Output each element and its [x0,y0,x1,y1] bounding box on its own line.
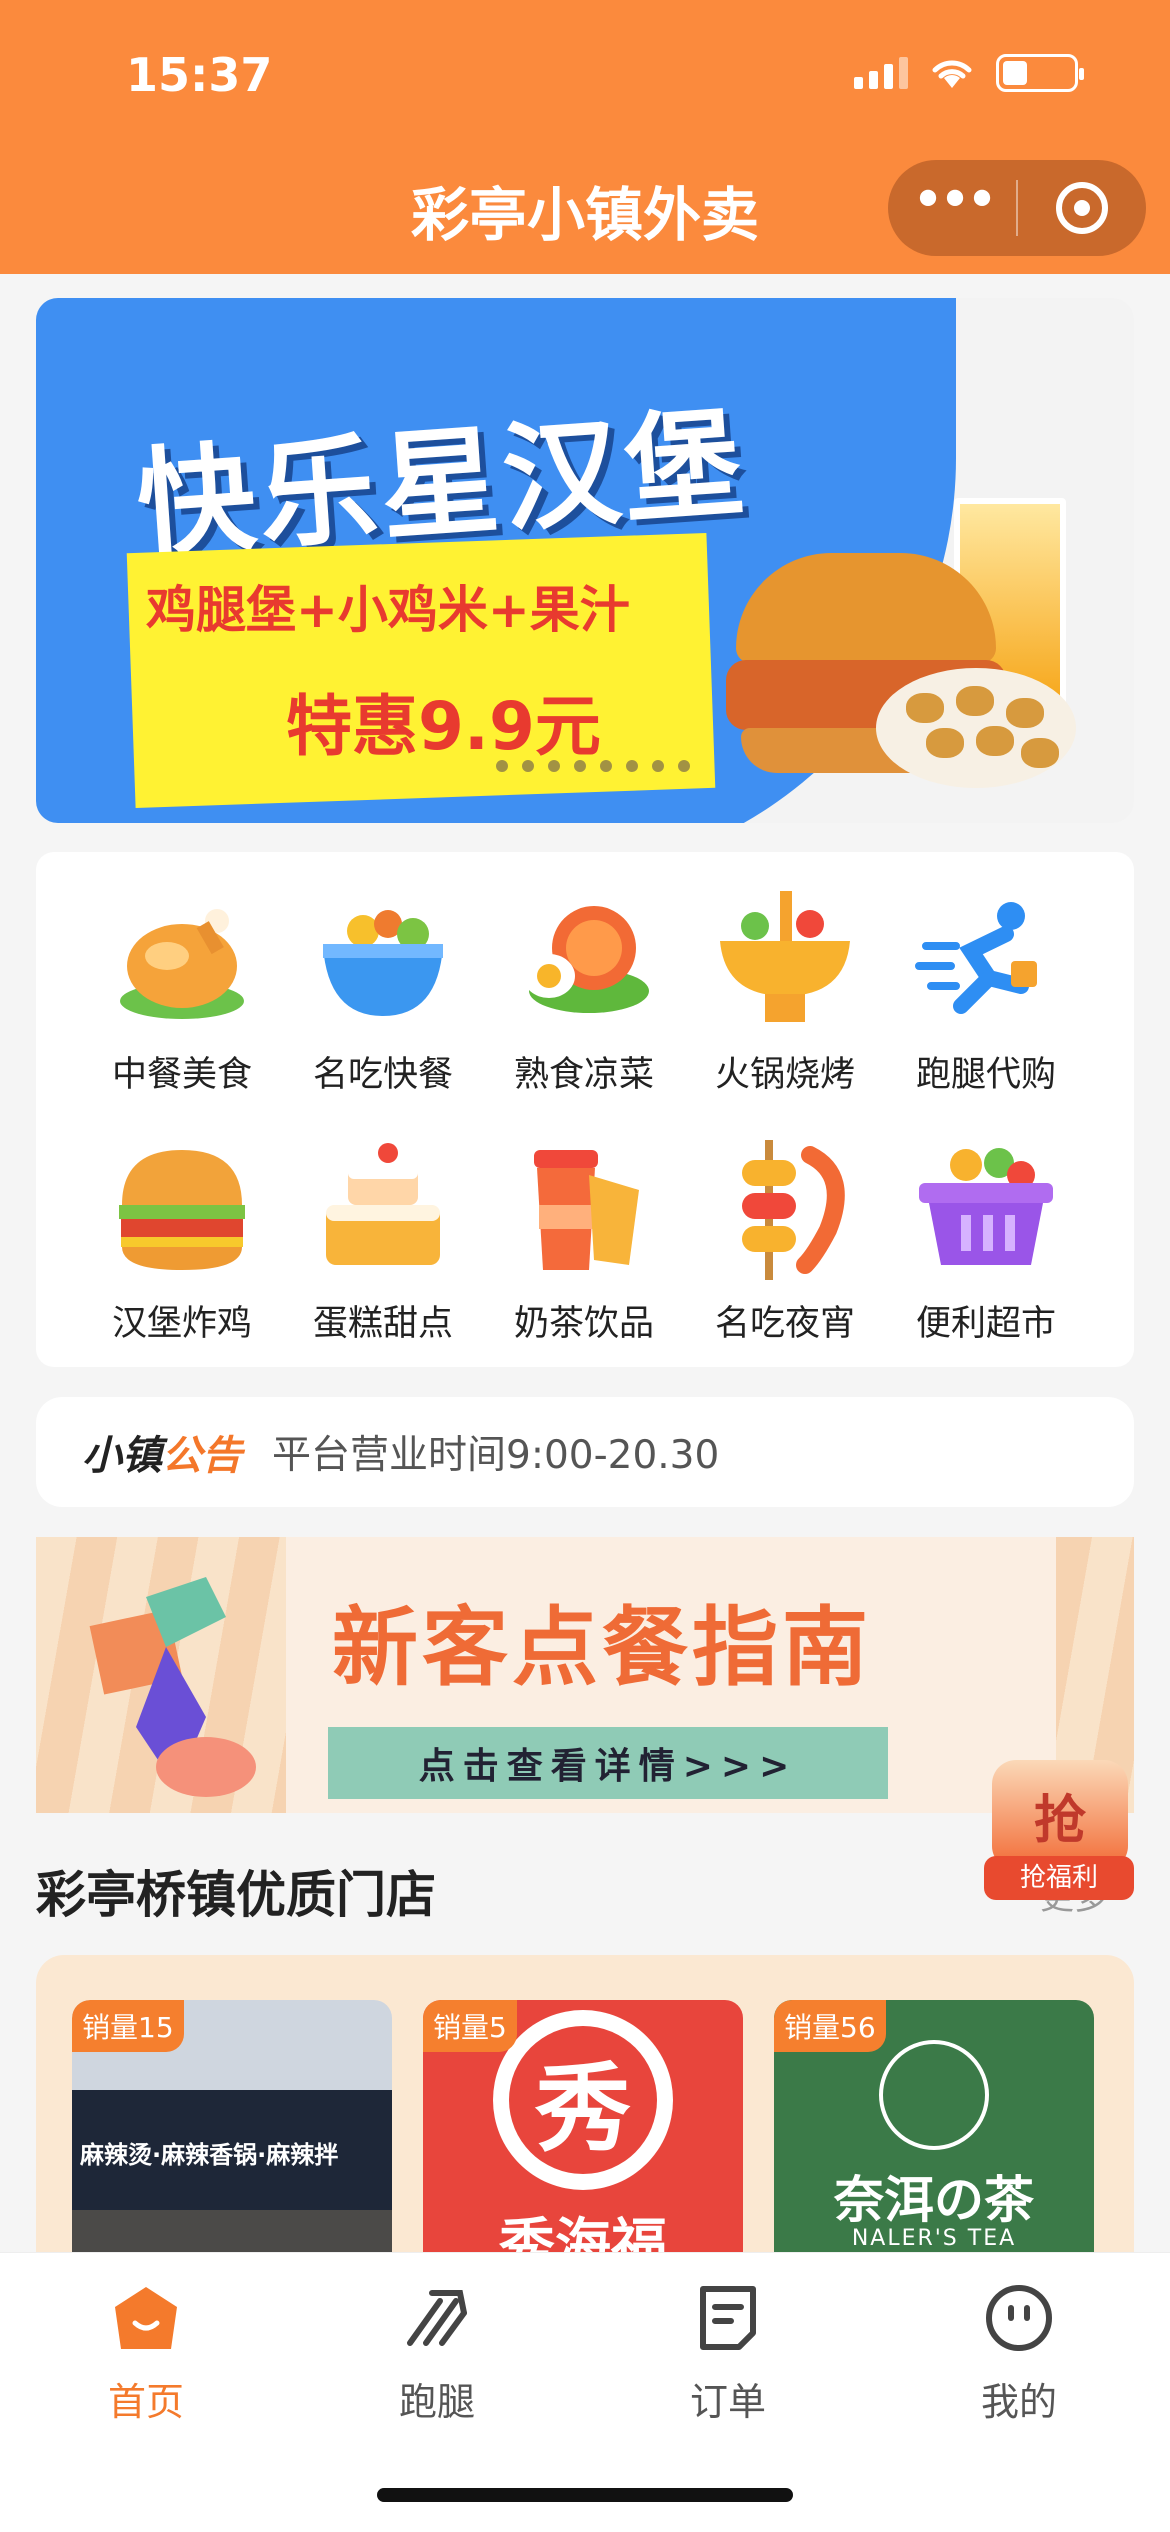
tab-home[interactable]: 首页 [46,2283,246,2426]
close-mini-program-button[interactable] [1018,182,1146,234]
banner-price: 特惠9.9元 [286,688,601,765]
profile-icon [984,2283,1054,2353]
battery-icon [996,54,1084,92]
grab-glyph: 抢 [992,1760,1128,1870]
category-label: 便利超市 [915,1304,1056,1344]
home-indicator [377,2488,793,2502]
target-icon [1056,182,1108,234]
section-title: 彩亭桥镇优质门店 [36,1866,436,1924]
category-item[interactable]: 奶茶饮品 [484,1135,684,1346]
announcement-bar[interactable]: 小镇 公告 平台营业时间9:00-20.30 [36,1397,1134,1507]
promo-banner[interactable]: 快乐星汉堡 鸡腿堡+小鸡米+果汁 特惠9.9元 [36,298,1134,823]
roast-chicken-icon [107,886,257,1036]
runner-icon [911,886,1061,1036]
category-label: 火锅烧烤 [714,1055,855,1095]
grab-welfare-float-button[interactable]: 抢 抢福利 [984,1760,1134,1900]
category-item[interactable]: 蛋糕甜点 [283,1135,483,1346]
tab-label: 我的 [980,2380,1057,2424]
category-label: 熟食凉菜 [513,1055,654,1095]
shop-sign: 麻辣烫·麻辣香锅·麻辣拌 [80,2141,339,2169]
cake-icon [308,1135,458,1285]
sales-badge: 销量5 [423,2000,517,2052]
shop-name: 秀海福 [499,2213,667,2260]
category-label: 汉堡炸鸡 [111,1304,252,1344]
status-time: 15:37 [126,48,273,102]
category-label: 跑腿代购 [915,1055,1056,1095]
tab-label: 首页 [107,2380,184,2424]
salad-plate-icon [509,886,659,1036]
category-label: 名吃夜宵 [714,1304,855,1344]
category-item[interactable]: 便利超市 [886,1135,1086,1346]
sales-badge: 销量15 [72,2000,184,2052]
tab-errand[interactable]: 跑腿 [337,2283,537,2426]
status-icons [854,54,1084,92]
new-user-guide-banner[interactable]: 新客点餐指南 点击查看详情>>> [36,1537,1134,1813]
category-item[interactable]: 名吃夜宵 [685,1135,885,1346]
shop-name: 奈洱の茶 [834,2171,1034,2229]
shop-card[interactable]: 销量15 麻辣烫·麻辣香锅·麻辣拌 [72,2000,392,2260]
shop-card[interactable]: 销量5 秀 秀海福 [423,2000,743,2260]
wifi-icon [932,60,972,88]
category-item[interactable]: 熟食凉菜 [484,886,684,1097]
sales-badge: 销量56 [774,2000,886,2052]
guide-title: 新客点餐指南 [332,1598,872,1698]
skewer-icon [710,1135,860,1285]
tab-label: 跑腿 [398,2380,475,2424]
carousel-indicator [496,760,690,772]
notice-label-a: 小镇 [82,1433,162,1479]
hotpot-icon [710,886,860,1036]
order-icon [693,2283,763,2353]
home-icon [111,2283,181,2353]
more-options-button[interactable]: ••• [888,173,1016,229]
view-details-button[interactable]: 点击查看详情>>> [328,1727,888,1799]
errand-icon [402,2283,472,2353]
delivery-person-illustration [89,1577,256,1797]
category-item[interactable]: 汉堡炸鸡 [82,1135,282,1346]
nuggets-image [876,668,1076,788]
category-item[interactable]: 火锅烧烤 [685,886,885,1097]
top-header: 15:37 彩亭小镇外卖 ••• [0,0,1170,274]
notice-text: 平台营业时间9:00-20.30 [272,1433,720,1478]
signal-icon [854,57,908,89]
category-item[interactable]: 中餐美食 [82,886,282,1097]
grab-label: 抢福利 [984,1856,1134,1900]
tab-orders[interactable]: 订单 [628,2283,828,2426]
burger-icon [107,1135,257,1285]
shop-card[interactable]: 销量56 奈洱の茶 NALER'S TEA [774,2000,1094,2260]
category-item[interactable]: 名吃快餐 [283,886,483,1097]
mini-program-capsule: ••• [888,160,1146,256]
notice-label-b: 公告 [162,1433,242,1479]
category-label: 奶茶饮品 [513,1304,654,1344]
tab-label: 订单 [689,2380,766,2424]
bowl-icon [308,886,458,1036]
tab-profile[interactable]: 我的 [919,2283,1119,2426]
shop-logo: 秀 [509,2026,657,2174]
category-label: 蛋糕甜点 [312,1304,453,1344]
shop-name-en: NALER'S TEA [851,2226,1017,2251]
basket-icon [911,1135,1061,1285]
banner-subtitle: 鸡腿堡+小鸡米+果汁 [146,581,630,639]
category-label: 中餐美食 [111,1055,252,1095]
category-item[interactable]: 跑腿代购 [886,886,1086,1097]
category-label: 名吃快餐 [312,1055,453,1095]
category-grid: 中餐美食 名吃快餐 熟食凉菜 火锅烧烤 跑腿代购 汉堡炸鸡 蛋糕甜点 奶茶饮品 … [36,852,1134,1367]
milk-tea-icon [509,1135,659,1285]
